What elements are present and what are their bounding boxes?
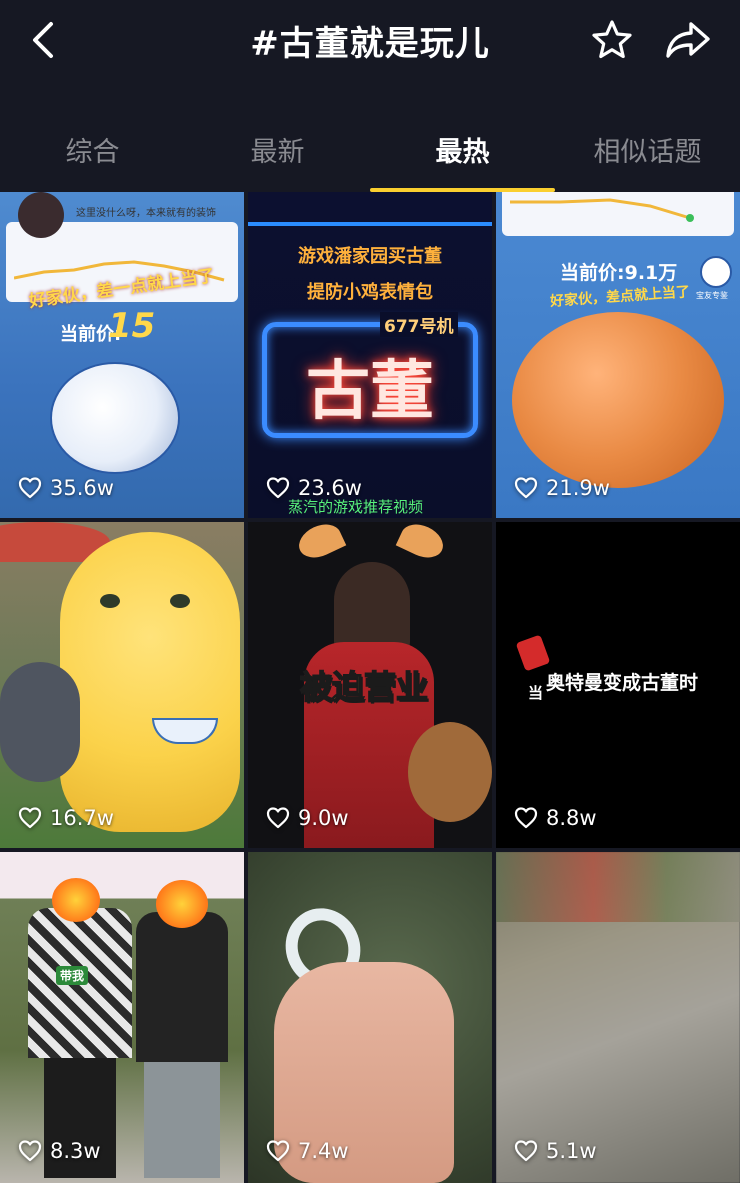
price-label: 当前价:9.1万 bbox=[560, 262, 678, 284]
video-card[interactable]: 16.7w bbox=[0, 522, 244, 848]
overlay-caption: 被迫营业 bbox=[299, 667, 429, 707]
share-button[interactable] bbox=[660, 14, 716, 66]
like-count-value: 16.7w bbox=[50, 806, 114, 830]
like-count-value: 8.3w bbox=[50, 1139, 101, 1163]
heart-icon bbox=[18, 807, 42, 829]
heart-icon bbox=[18, 1140, 42, 1162]
top-bar: #古董就是玩儿 bbox=[0, 0, 740, 88]
price-value: 15 bbox=[108, 306, 156, 346]
like-count: 9.0w bbox=[266, 806, 349, 830]
tab-最热[interactable]: 最热 bbox=[370, 130, 555, 169]
wolf-character-image bbox=[0, 662, 80, 782]
copper-bowl-image bbox=[512, 312, 724, 488]
fox-tail-image bbox=[408, 722, 492, 822]
video-card[interactable]: 这里没什么呀，本来就有的装饰 好家伙，差一点就上当了 当前价: 15 35.6w bbox=[0, 192, 244, 518]
yellow-character-image bbox=[60, 532, 240, 832]
like-count-value: 35.6w bbox=[50, 476, 114, 500]
like-count: 8.3w bbox=[18, 1139, 101, 1163]
video-card[interactable]: 游戏潘家园买古董 提防小鸡表情包 677号机 古董 蒸汽的游戏推荐视频 23.6… bbox=[248, 192, 492, 518]
like-count: 23.6w bbox=[266, 476, 362, 500]
overlay-line-2: 提防小鸡表情包 bbox=[307, 282, 433, 303]
like-count: 35.6w bbox=[18, 476, 114, 500]
like-count: 21.9w bbox=[514, 476, 610, 500]
like-count-value: 7.4w bbox=[298, 1139, 349, 1163]
video-card[interactable]: 当前价:9.1万 好家伙，差点就上当了 宝友专鉴 21.9w bbox=[496, 192, 740, 518]
like-count: 8.8w bbox=[514, 806, 597, 830]
star-icon bbox=[592, 20, 632, 59]
like-count-value: 8.8w bbox=[546, 806, 597, 830]
overlay-prefix: 当 bbox=[528, 684, 544, 702]
character-avatar bbox=[18, 192, 64, 238]
like-count-value: 21.9w bbox=[546, 476, 610, 500]
character-eye bbox=[170, 594, 190, 608]
like-count: 16.7w bbox=[18, 806, 114, 830]
speech-bubble: 这里没什么呀，本来就有的装饰 bbox=[76, 208, 216, 219]
tab-相似话题[interactable]: 相似话题 bbox=[555, 130, 740, 169]
video-card[interactable]: 带我 8.3w bbox=[0, 852, 244, 1183]
porcelain-bowl-image bbox=[50, 362, 180, 474]
heart-icon bbox=[18, 477, 42, 499]
heart-icon bbox=[266, 807, 290, 829]
like-count-value: 23.6w bbox=[298, 476, 362, 500]
video-card[interactable]: 当 奥特曼变成古董时 8.8w bbox=[496, 522, 740, 848]
like-count: 5.1w bbox=[514, 1139, 597, 1163]
price-line-chart bbox=[510, 198, 694, 222]
tab-bar: 综合 最新 最热 相似话题 bbox=[0, 118, 740, 192]
like-count: 7.4w bbox=[266, 1139, 349, 1163]
fire-emoji-icon bbox=[52, 878, 100, 922]
tab-综合[interactable]: 综合 bbox=[0, 130, 185, 169]
like-count-value: 5.1w bbox=[546, 1139, 597, 1163]
video-card[interactable]: 5.1w bbox=[496, 852, 740, 1183]
shirt-tag: 带我 bbox=[56, 966, 89, 985]
heart-icon bbox=[514, 477, 538, 499]
heart-icon bbox=[266, 1140, 290, 1162]
fire-emoji-icon bbox=[156, 880, 208, 928]
person-right-legs bbox=[144, 1062, 220, 1178]
tab-最新[interactable]: 最新 bbox=[185, 130, 370, 169]
badge-icon bbox=[700, 256, 732, 288]
machine-label: 677号机 bbox=[380, 312, 458, 337]
neon-divider bbox=[248, 222, 492, 226]
blurred-background-image bbox=[496, 852, 740, 922]
person-right-image bbox=[136, 912, 228, 1062]
overlay-line-1: 游戏潘家园买古董 bbox=[298, 246, 442, 267]
favorite-button[interactable] bbox=[588, 16, 636, 64]
heart-icon bbox=[266, 477, 290, 499]
video-card[interactable]: 被迫营业 9.0w bbox=[248, 522, 492, 848]
neon-title: 古董 bbox=[306, 355, 434, 429]
character-eye bbox=[100, 594, 120, 608]
share-arrow-icon bbox=[666, 22, 710, 58]
badge-label: 宝友专鉴 bbox=[696, 291, 728, 300]
video-grid: 这里没什么呀，本来就有的装饰 好家伙，差一点就上当了 当前价: 15 35.6w… bbox=[0, 192, 740, 1183]
back-button[interactable] bbox=[20, 14, 68, 66]
like-count-value: 9.0w bbox=[298, 806, 349, 830]
overlay-caption: 奥特曼变成古董时 bbox=[546, 672, 699, 694]
video-card[interactable]: 7.4w bbox=[248, 852, 492, 1183]
chevron-left-icon bbox=[33, 22, 53, 58]
heart-icon bbox=[514, 807, 538, 829]
heart-icon bbox=[514, 1140, 538, 1162]
